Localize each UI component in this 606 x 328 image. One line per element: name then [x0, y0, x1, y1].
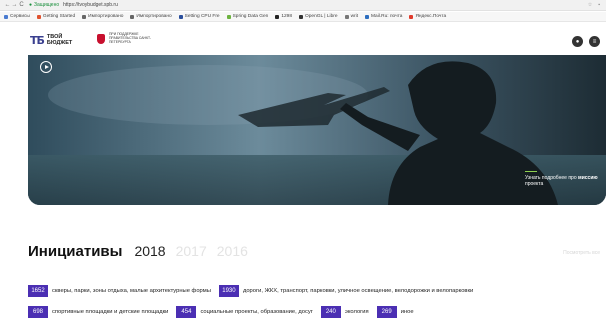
- bookmark-item[interactable]: Setting CPU Fre: [178, 14, 220, 19]
- bookmark-label: Импортировано: [88, 14, 124, 19]
- forward-icon[interactable]: →: [11, 2, 18, 8]
- play-video-button[interactable]: [40, 61, 52, 73]
- bookmark-label: Mail.Ru: почта: [371, 14, 403, 19]
- bookmark-item[interactable]: 1298: [275, 14, 292, 19]
- tag-parks[interactable]: 1652 скверы, парки, зоны отдыха, малые а…: [28, 285, 211, 297]
- tag-other[interactable]: 269 иное: [376, 306, 414, 318]
- bookmark-item[interactable]: Сервисы: [4, 14, 30, 19]
- browser-address-bar: ← → C ● Защищено https://tvoybudget.spb.…: [0, 0, 606, 11]
- user-button[interactable]: ●: [572, 36, 583, 47]
- bookmark-label: Getting Started: [42, 14, 76, 19]
- url-field[interactable]: https://tvoybudget.spb.ru: [63, 2, 118, 8]
- bookmark-item[interactable]: Getting Started: [36, 14, 76, 19]
- tag-row: 1652 скверы, парки, зоны отдыха, малые а…: [28, 284, 606, 298]
- tag-count: 269: [376, 306, 397, 318]
- user-icon: ●: [575, 38, 580, 45]
- bookmark-item[interactable]: OpenGL | Libre: [299, 14, 338, 19]
- coat-of-arms-icon: [97, 33, 105, 44]
- bookmark-item[interactable]: Импортировано: [130, 14, 172, 19]
- bookmarks-bar: Сервисы Getting Started Импортировано Импор…: [0, 12, 606, 22]
- bookmark-item[interactable]: Яндекс.Почта: [409, 14, 446, 19]
- bookmark-icon: [4, 14, 8, 19]
- reload-icon[interactable]: C: [18, 2, 25, 8]
- site-logo[interactable]: ТБ ТВОЙ БЮДЖЕТ: [30, 34, 77, 47]
- initiative-tags: 1652 скверы, парки, зоны отдыха, малые а…: [28, 284, 606, 326]
- bookmark-item[interactable]: Импортировано: [82, 14, 123, 19]
- tag-count: 454: [176, 306, 197, 318]
- bookmark-label: writ: [350, 14, 359, 19]
- hero-illustration: [28, 55, 606, 205]
- government-badge: ПРИ ПОДДЕРЖКЕ ПРАВИТЕЛЬСТВА САНКТ-ПЕТЕРБ…: [97, 32, 155, 44]
- show-all-link[interactable]: Посмотреть все: [563, 250, 600, 256]
- play-icon: [44, 65, 49, 69]
- tag-label: иное: [400, 309, 414, 315]
- bookmark-item[interactable]: writ: [344, 14, 359, 19]
- bookmark-icon: [36, 14, 41, 19]
- year-tab-2018[interactable]: 2018: [134, 243, 165, 259]
- tag-social[interactable]: 454 социальные проекты, образование, дос…: [176, 306, 313, 318]
- tag-count: 1652: [28, 285, 48, 297]
- year-tab-2017[interactable]: 2017: [176, 243, 207, 259]
- tag-count: 240: [320, 306, 341, 318]
- tag-label: экология: [344, 309, 369, 315]
- bookmark-label: Setting CPU Fre: [184, 14, 220, 19]
- tag-label: социальные проекты, образование, досуг: [200, 309, 313, 315]
- tag-sports[interactable]: 698 спортивные площадки и детские площад…: [28, 306, 168, 318]
- bookmark-label: Яндекс.Почта: [415, 14, 447, 19]
- logo-text: ТВОЙ БЮДЖЕТ: [46, 34, 73, 46]
- bookmark-icon: [365, 14, 370, 19]
- initiatives-title: Инициативы: [28, 243, 123, 260]
- hero-banner: Узнать подробнее про миссию проекта: [28, 55, 606, 205]
- tag-label: спортивные площадки и детские площадки: [52, 309, 169, 315]
- logo-mark: ТБ: [30, 34, 45, 47]
- tag-ecology[interactable]: 240 экология: [320, 306, 369, 318]
- menu-icon: ≡: [592, 38, 597, 45]
- mission-link[interactable]: Узнать подробнее про миссию проекта: [525, 175, 603, 187]
- tag-label: скверы, парки, зоны отдыха, малые архите…: [52, 288, 211, 294]
- mission-suffix: проекта: [525, 181, 544, 187]
- initiatives-header: Инициативы 2018 2017 2016: [28, 243, 258, 260]
- lock-icon: ●: [29, 2, 33, 8]
- bookmark-icon: [275, 14, 280, 19]
- tag-count: 1930: [218, 285, 239, 297]
- bookmark-icon: [409, 14, 414, 19]
- tag-row: 698 спортивные площадки и детские площад…: [28, 305, 606, 319]
- bookmark-item[interactable]: Spring Data Gen: [226, 14, 269, 19]
- back-icon[interactable]: ←: [4, 2, 11, 8]
- bookmark-icon: [82, 14, 87, 19]
- extension-icon[interactable]: ▪: [598, 2, 600, 8]
- menu-button[interactable]: ≡: [589, 36, 600, 47]
- bookmark-icon: [226, 14, 231, 19]
- bookmark-icon: [299, 14, 304, 19]
- bookmark-item[interactable]: Mail.Ru: почта: [365, 14, 402, 19]
- bookmark-icon: [130, 14, 135, 19]
- tag-roads[interactable]: 1930 дороги, ЖКХ, транспорт, парковки, у…: [218, 285, 474, 297]
- bookmark-label: Spring Data Gen: [232, 14, 269, 19]
- bookmark-label: OpenGL | Libre: [305, 14, 338, 19]
- secure-label: Защищено: [34, 2, 60, 8]
- mission-bold: миссию: [578, 175, 598, 181]
- star-icon[interactable]: ☆: [588, 2, 592, 8]
- site-header: ТБ ТВОЙ БЮДЖЕТ ПРИ ПОДДЕРЖКЕ ПРАВИТЕЛЬСТ…: [0, 22, 606, 58]
- bookmark-label: 1298: [281, 14, 293, 19]
- bookmark-label: Импортировано: [136, 14, 172, 19]
- year-tab-2016[interactable]: 2016: [217, 243, 248, 259]
- tag-label: дороги, ЖКХ, транспорт, парковки, улично…: [242, 288, 474, 294]
- bookmark-icon: [178, 14, 183, 19]
- government-text: ПРИ ПОДДЕРЖКЕ ПРАВИТЕЛЬСТВА САНКТ-ПЕТЕРБ…: [109, 32, 152, 44]
- tag-count: 698: [28, 306, 48, 318]
- bookmark-label: Сервисы: [10, 14, 30, 19]
- mission-accent-line: [525, 171, 537, 172]
- bookmark-icon: [344, 14, 349, 19]
